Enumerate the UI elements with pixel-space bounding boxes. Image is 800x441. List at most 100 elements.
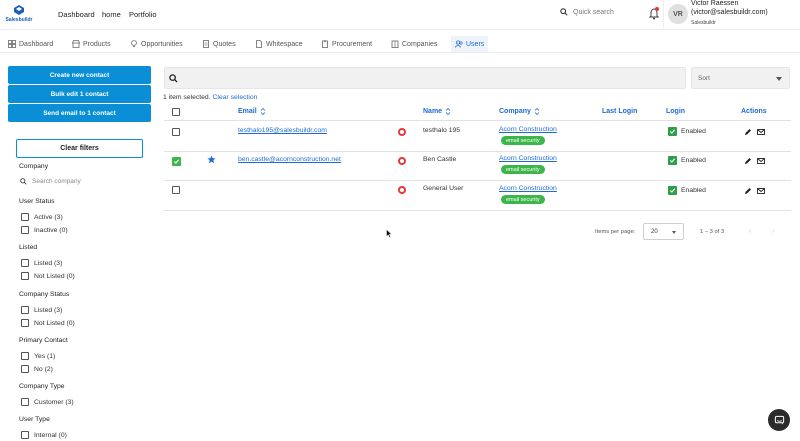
bulk-edit-button[interactable]: Bulk edit 1 contact <box>8 85 151 103</box>
filter-listed-heading: Listed <box>19 244 38 251</box>
filter-option-internal[interactable]: Internal (0) <box>21 431 67 439</box>
mail-icon[interactable] <box>757 128 765 136</box>
row-checkbox-checked[interactable] <box>172 157 181 166</box>
company-search-input[interactable]: Search company <box>20 178 81 185</box>
company-search-placeholder: Search company <box>32 178 81 185</box>
column-header-company[interactable]: Company <box>499 108 540 115</box>
column-header-name[interactable]: Name <box>423 108 451 115</box>
filter-option-company-not-listed[interactable]: Not Listed (0) <box>21 319 75 327</box>
top-navbar: Salesbuildr Dashboard home Portfolio Qui… <box>0 0 800 30</box>
edit-pencil-icon[interactable] <box>744 187 752 195</box>
tab-quotes[interactable]: Quotes <box>202 36 236 52</box>
quick-search[interactable]: Quick search <box>560 8 614 16</box>
salesbuildr-logo[interactable]: Salesbuildr <box>4 4 34 26</box>
nav-home[interactable]: home <box>102 10 121 19</box>
checkbox[interactable] <box>21 398 29 406</box>
clear-filters-button[interactable]: Clear filters <box>16 139 143 158</box>
filter-option-label: Not Listed (0) <box>34 319 75 327</box>
tab-products[interactable]: Products <box>72 36 111 52</box>
sort-icon <box>445 108 451 115</box>
star-icon[interactable] <box>207 155 216 164</box>
filter-company-status-heading: Company Status <box>19 291 70 298</box>
user-menu[interactable]: VR Victor Raessen (victor@salesbuildr.co… <box>663 0 800 30</box>
checkbox[interactable] <box>21 365 29 373</box>
row-company-link[interactable]: Acorn Construction <box>499 185 557 192</box>
chat-widget-button[interactable] <box>768 409 790 431</box>
search-icon <box>20 178 27 185</box>
row-divider <box>164 210 791 211</box>
checkbox[interactable] <box>21 431 29 439</box>
document-icon <box>203 40 209 48</box>
filter-option-inactive[interactable]: Inactive (0) <box>21 226 68 234</box>
filter-option-not-listed[interactable]: Not Listed (0) <box>21 272 75 280</box>
mail-icon[interactable] <box>757 187 765 195</box>
row-company-link[interactable]: Acorn Construction <box>499 126 557 133</box>
edit-pencil-icon[interactable] <box>744 157 752 165</box>
row-divider <box>164 151 791 152</box>
row-company-link[interactable]: Acorn Construction <box>499 155 557 162</box>
tab-opportunities[interactable]: Opportunities <box>130 36 183 52</box>
filter-option-label: Yes (1) <box>34 352 56 360</box>
filter-option-listed[interactable]: Listed (3) <box>21 259 62 267</box>
select-all-checkbox[interactable] <box>172 108 180 116</box>
checkbox[interactable] <box>21 352 29 360</box>
login-enabled-checkbox[interactable]: Enabled <box>668 127 706 136</box>
checkbox[interactable] <box>21 319 29 327</box>
filter-option-customer[interactable]: Customer (3) <box>21 398 74 406</box>
header-label: Company <box>499 108 531 115</box>
checkbox[interactable] <box>21 213 29 221</box>
page-icon <box>256 40 262 48</box>
create-contact-button[interactable]: Create new contact <box>8 66 151 84</box>
tab-label: Quotes <box>213 40 236 48</box>
row-email[interactable]: ben.castle@acornconstruction.net <box>238 156 341 163</box>
row-name: Ben Castle <box>423 156 457 163</box>
previous-page-icon[interactable]: ‹ <box>749 228 751 235</box>
checkbox[interactable] <box>21 259 29 267</box>
avatar: VR <box>668 4 688 24</box>
login-enabled-checkbox[interactable]: Enabled <box>668 156 706 165</box>
login-enabled-checkbox[interactable]: Enabled <box>668 186 706 195</box>
row-name: General User <box>423 185 464 192</box>
filter-option-company-listed[interactable]: Listed (3) <box>21 306 62 314</box>
tab-label: Users <box>466 40 485 48</box>
items-per-page-value: 20 <box>651 229 658 235</box>
checkbox[interactable] <box>21 272 29 280</box>
row-divider <box>164 180 791 181</box>
filter-option-label: Internal (0) <box>34 431 67 439</box>
filter-option-yes[interactable]: Yes (1) <box>21 352 55 360</box>
checkbox[interactable] <box>21 306 29 314</box>
sort-select[interactable]: Sort <box>691 67 790 89</box>
logo-text: Salesbuildr <box>5 17 33 23</box>
pagination-range: 1 – 3 of 3 <box>700 229 725 235</box>
tab-dashboard[interactable]: Dashboard <box>8 36 53 52</box>
tab-users[interactable]: Users <box>451 36 489 52</box>
items-per-page-select[interactable]: 20 <box>643 223 684 240</box>
send-email-button[interactable]: Send email to 1 contact <box>8 104 151 122</box>
mail-icon[interactable] <box>757 157 765 165</box>
mouse-cursor-icon <box>386 229 392 238</box>
row-tag: email security <box>501 136 545 145</box>
store-icon <box>72 40 80 48</box>
login-label: Enabled <box>681 128 706 135</box>
next-page-icon[interactable]: › <box>772 228 774 235</box>
status-ring-icon <box>398 128 406 136</box>
search-icon <box>169 74 178 83</box>
filter-option-active[interactable]: Active (3) <box>21 213 63 221</box>
row-checkbox[interactable] <box>172 128 180 136</box>
contacts-search-input[interactable] <box>164 67 686 89</box>
row-checkbox[interactable] <box>172 186 180 194</box>
header-label: Name <box>423 108 443 115</box>
tab-procurement[interactable]: Procurement <box>321 36 372 52</box>
notification-dot <box>655 7 659 11</box>
column-header-email[interactable]: Email <box>238 108 266 115</box>
clear-selection-link[interactable]: Clear selection <box>213 94 258 101</box>
nav-portfolio[interactable]: Portfolio <box>129 10 157 19</box>
filter-option-no[interactable]: No (2) <box>21 365 53 373</box>
filter-option-label: No (2) <box>34 365 53 373</box>
edit-pencil-icon[interactable] <box>744 128 752 136</box>
tab-whitespace[interactable]: Whitespace <box>255 36 303 52</box>
row-email[interactable]: testhalo195@salesbuildr.com <box>238 127 327 134</box>
nav-dashboard[interactable]: Dashboard <box>58 10 95 19</box>
tab-companies[interactable]: Companies <box>391 36 437 52</box>
checkbox[interactable] <box>21 226 29 234</box>
